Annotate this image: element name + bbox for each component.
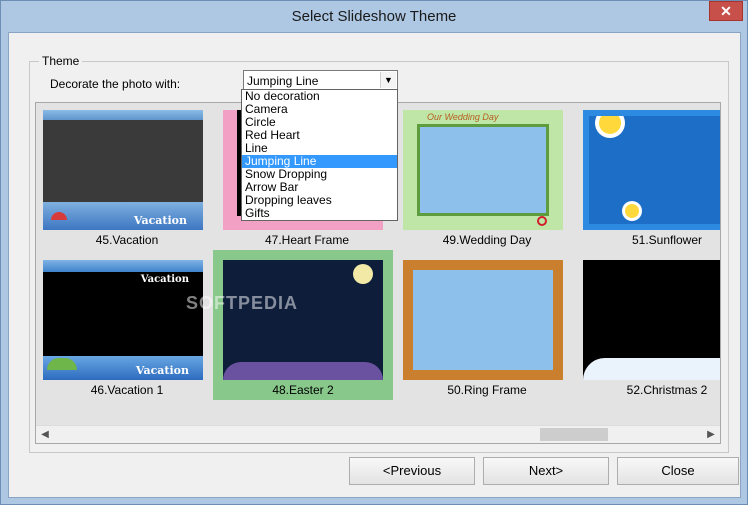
chevron-right-icon[interactable]: ▶ [704, 428, 718, 442]
theme-thumbnail: Our Wedding Day [403, 110, 563, 230]
thumb-caption: Vacation [133, 214, 187, 227]
theme-label: 45.Vacation [95, 233, 159, 247]
theme-tile-vacation-1[interactable]: Vacation Vacation 46.Vacation 1 [38, 255, 216, 403]
watermark: SOFTPEDIA [186, 293, 299, 313]
theme-label: 47.Heart Frame [264, 233, 350, 247]
theme-label: 52.Christmas 2 [626, 383, 708, 397]
title-bar[interactable]: Select Slideshow Theme ✕ [1, 1, 747, 32]
dropdown-option[interactable]: Gifts [242, 207, 397, 220]
window-title: Select Slideshow Theme [291, 8, 457, 25]
decoration-select[interactable]: Jumping Line ▼ [243, 70, 398, 90]
decoration-dropdown-list[interactable]: No decoration Camera Circle Red Heart Li… [241, 89, 398, 221]
theme-tile-wedding-day[interactable]: Our Wedding Day 49.Wedding Day [398, 105, 576, 253]
decorate-label: Decorate the photo with: [50, 77, 181, 91]
theme-thumbnail [583, 110, 720, 230]
theme-label: 48.Easter 2 [272, 383, 334, 397]
theme-thumbnail: Vacation Vacation [43, 260, 203, 380]
theme-thumbnail [223, 260, 383, 380]
theme-tile-easter-2[interactable]: 48.Easter 2 [213, 250, 393, 400]
chevron-left-icon[interactable]: ◀ [38, 428, 52, 442]
theme-tile-sunflower[interactable]: 51.Sunflower [578, 105, 720, 253]
thumb-caption: Vacation [135, 364, 189, 377]
flower-icon [625, 204, 639, 218]
close-button[interactable]: Close [617, 457, 739, 485]
theme-tile-vacation[interactable]: Vacation 45.Vacation [38, 105, 216, 253]
previous-button[interactable]: <Previous [349, 457, 475, 485]
theme-label: 50.Ring Frame [447, 383, 527, 397]
chevron-down-icon[interactable]: ▼ [380, 72, 396, 88]
moon-icon [353, 264, 373, 284]
flower-icon [599, 116, 621, 134]
theme-thumbnail [583, 260, 720, 380]
thumb-caption: Our Wedding Day [427, 112, 499, 122]
scrollbar-thumb[interactable] [540, 428, 608, 441]
theme-tile-ring-frame[interactable]: 50.Ring Frame [398, 255, 576, 403]
theme-group-legend: Theme [39, 54, 83, 68]
decoration-select-value: Jumping Line [247, 74, 319, 88]
thumb-caption-top: Vacation [140, 274, 189, 285]
theme-thumbnail: Vacation [43, 110, 203, 230]
horizontal-scrollbar[interactable]: ◀ ▶ [36, 425, 720, 443]
close-window-button[interactable]: ✕ [709, 1, 743, 21]
theme-label: 51.Sunflower [631, 233, 703, 247]
theme-label: 46.Vacation 1 [90, 383, 164, 397]
theme-tile-christmas-2[interactable]: 52.Christmas 2 [578, 255, 720, 403]
ring-icon [537, 216, 547, 226]
island-icon [47, 358, 77, 370]
dialog-window: Select Slideshow Theme ✕ Theme Decorate … [0, 0, 748, 505]
next-button[interactable]: Next> [483, 457, 609, 485]
theme-thumbnail [403, 260, 563, 380]
theme-label: 49.Wedding Day [442, 233, 532, 247]
